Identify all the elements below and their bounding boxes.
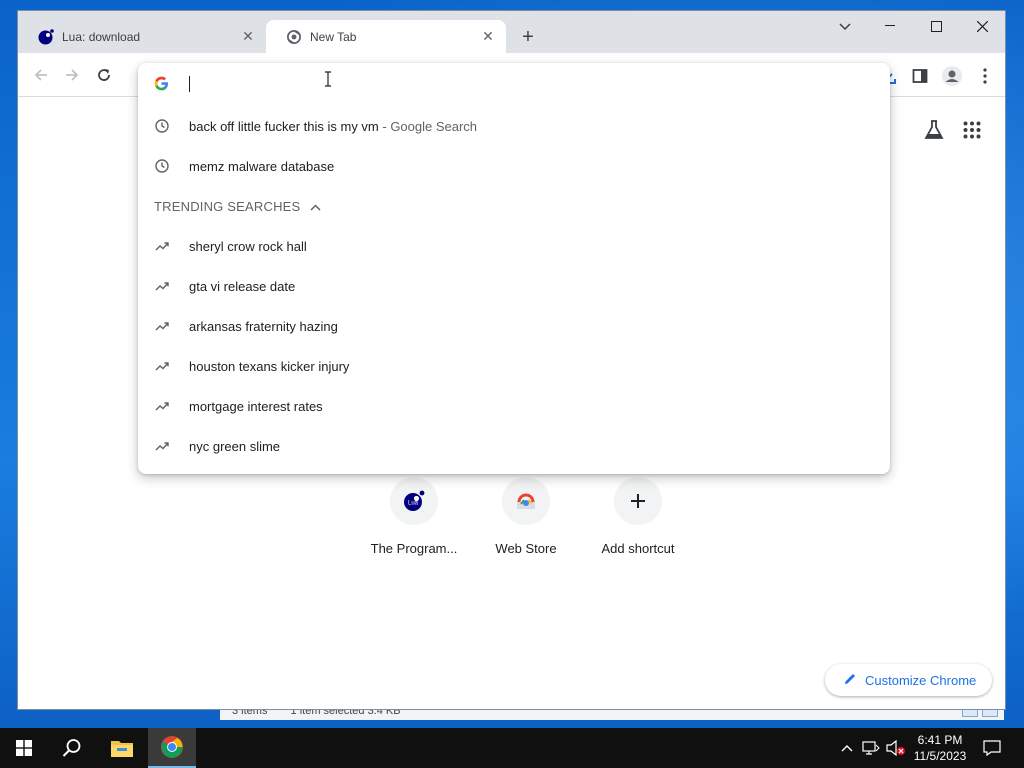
google-g-icon: [154, 76, 169, 94]
system-clock[interactable]: 6:41 PM 11/5/2023: [908, 732, 972, 764]
suggestion-text: arkansas fraternity hazing: [189, 318, 338, 334]
shortcut-label: Web Store: [495, 541, 557, 556]
pencil-icon: [843, 672, 857, 689]
trending-suggestion[interactable]: mortgage interest rates: [138, 386, 890, 426]
trending-header-label: TRENDING SEARCHES: [154, 199, 301, 214]
trending-suggestion[interactable]: nyc green slime: [138, 426, 890, 466]
suggestion-text: memz malware database: [189, 159, 334, 174]
windows-start-icon[interactable]: [0, 728, 48, 768]
suggestion-query: back off little fucker this is my vm: [189, 118, 379, 134]
search-icon[interactable]: [48, 728, 96, 768]
tab-new-tab[interactable]: New Tab ✕: [266, 20, 506, 53]
trending-searches-header[interactable]: TRENDING SEARCHES: [154, 199, 321, 214]
chevron-up-icon[interactable]: [310, 199, 321, 214]
shortcuts-grid: Lua The Program... Web Store Add shortcu…: [358, 477, 694, 556]
svg-text:Lua: Lua: [408, 501, 419, 507]
shortcut-label: Add shortcut: [601, 541, 675, 556]
history-clock-icon: [154, 118, 170, 134]
shortcut-web-store[interactable]: Web Store: [470, 477, 582, 556]
suggestion-text: nyc green slime: [189, 438, 281, 454]
apps-grid-icon[interactable]: [963, 121, 981, 142]
trending-arrow-icon: [154, 358, 170, 374]
taskbar: 6:41 PM 11/5/2023: [0, 728, 1024, 768]
file-explorer-icon[interactable]: [98, 728, 146, 768]
chrome-window: Lua: download ✕ New Tab ✕ + Lua The Prog…: [17, 10, 1006, 710]
tab-title: New Tab: [310, 29, 357, 44]
trending-arrow-icon: [154, 318, 170, 334]
customize-chrome-button[interactable]: Customize Chrome: [825, 664, 993, 696]
maximize-button[interactable]: [913, 11, 959, 41]
omnibox-input-row[interactable]: [138, 63, 890, 105]
volume-muted-icon[interactable]: [884, 728, 908, 768]
close-tab-icon[interactable]: ✕: [240, 28, 256, 45]
new-tab-button[interactable]: +: [518, 26, 538, 48]
trending-suggestion[interactable]: sheryl crow rock hall: [138, 226, 890, 266]
webstore-icon: [502, 477, 550, 525]
minimize-button[interactable]: [867, 11, 913, 41]
text-caret: [189, 76, 190, 92]
trending-suggestion[interactable]: arkansas fraternity hazing: [138, 306, 890, 346]
trending-arrow-icon: [154, 398, 170, 414]
close-window-button[interactable]: [959, 11, 1005, 41]
ibeam-cursor-icon: [323, 71, 333, 90]
labs-flask-icon[interactable]: [923, 119, 945, 144]
suggestion-text: houston texans kicker injury: [189, 358, 350, 374]
tab-search-chevron-icon[interactable]: [835, 17, 855, 37]
back-arrow-icon[interactable]: [31, 65, 51, 85]
ntp-top-right-icons: [923, 119, 981, 144]
trending-suggestion[interactable]: gta vi release date: [138, 266, 890, 306]
window-controls: [867, 11, 1005, 41]
suggestion-text: gta vi release date: [189, 278, 296, 294]
tab-lua-download[interactable]: Lua: download ✕: [18, 20, 266, 53]
history-clock-icon: [154, 158, 170, 174]
trending-arrow-icon: [154, 278, 170, 294]
profile-avatar-icon[interactable]: [941, 65, 963, 87]
close-tab-icon[interactable]: ✕: [480, 28, 496, 45]
chevron-up-icon[interactable]: [838, 728, 856, 768]
suggestion-history[interactable]: back off little fucker this is my vm - G…: [138, 106, 890, 146]
omnibox-dropdown: back off little fucker this is my vm - G…: [138, 63, 890, 474]
suggestion-query: memz malware database: [189, 158, 335, 174]
chrome-taskbar-icon[interactable]: [148, 728, 196, 768]
tab-strip: Lua: download ✕ New Tab ✕ +: [18, 11, 1005, 53]
menu-kebab-icon[interactable]: [974, 65, 996, 87]
reload-icon[interactable]: [94, 65, 114, 85]
suggestion-text: back off little fucker this is my vm - G…: [189, 119, 477, 134]
trending-suggestion[interactable]: houston texans kicker injury: [138, 346, 890, 386]
shortcut-label: The Program...: [370, 541, 458, 556]
trending-arrow-icon: [154, 438, 170, 454]
chrome-icon: [286, 29, 302, 45]
forward-arrow-icon[interactable]: [62, 65, 82, 85]
lua-logo-icon: Lua: [390, 477, 438, 525]
customize-chrome-label: Customize Chrome: [865, 672, 977, 688]
shortcut-add[interactable]: Add shortcut: [582, 477, 694, 556]
suggestion-text: mortgage interest rates: [189, 398, 323, 414]
side-panel-icon[interactable]: [909, 65, 931, 87]
clock-date: 11/5/2023: [913, 749, 967, 763]
network-icon[interactable]: [860, 728, 882, 768]
trending-arrow-icon: [154, 238, 170, 254]
clock-time: 6:41 PM: [917, 733, 963, 747]
action-center-icon[interactable]: [978, 728, 1006, 768]
lua-logo-icon: [38, 28, 54, 45]
suggestion-history[interactable]: memz malware database: [138, 146, 890, 186]
shortcut-lua[interactable]: Lua The Program...: [358, 477, 470, 556]
suggestion-suffix: - Google Search: [378, 118, 478, 134]
suggestion-text: sheryl crow rock hall: [189, 238, 307, 254]
plus-icon: [614, 477, 662, 525]
tab-title: Lua: download: [62, 29, 141, 44]
